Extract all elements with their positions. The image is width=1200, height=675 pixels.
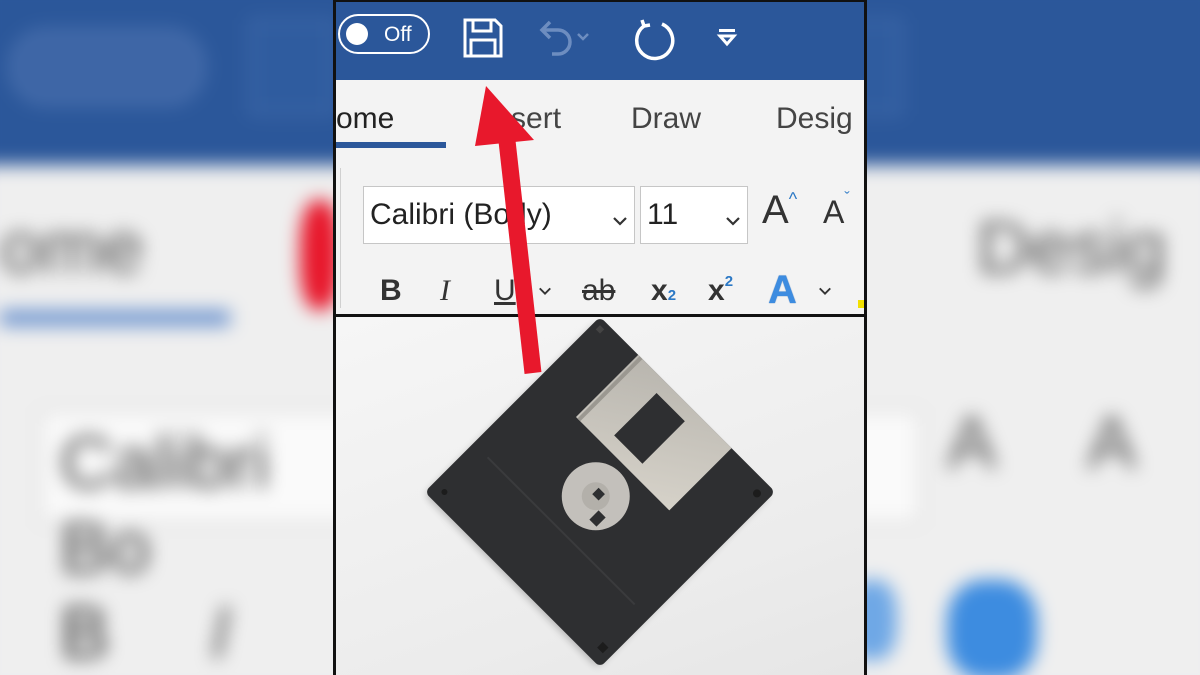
blurred-backdrop-left: ome Calibri Bo B I [0, 0, 333, 675]
red-arrow-icon [475, 86, 542, 374]
main-panel: Off ome Insert Draw Desig Calibri (Body)… [333, 0, 867, 675]
backdrop-right-tab-text: Desig [977, 206, 1167, 289]
backdrop-font-text: Calibri Bo [60, 421, 270, 589]
backdrop-tab-text: ome [0, 206, 144, 289]
blurred-backdrop-right: Desig A A [867, 0, 1200, 675]
